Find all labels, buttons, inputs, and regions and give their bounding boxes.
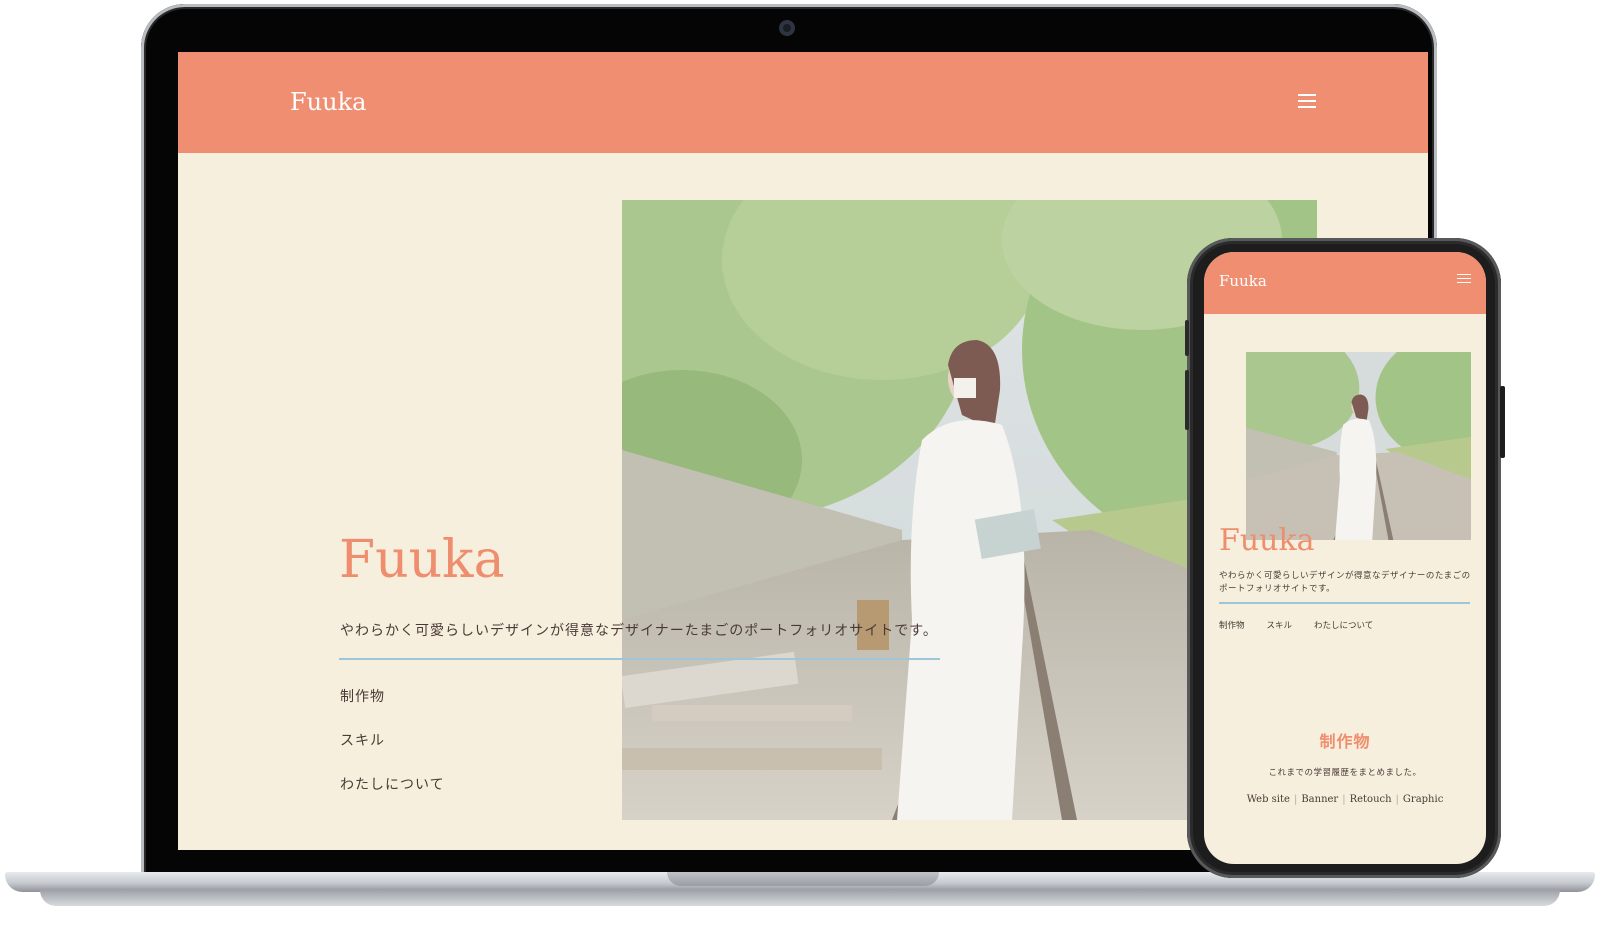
mobile-logo[interactable]: Fuuka <box>1219 272 1267 290</box>
category-web-site[interactable]: Web site <box>1247 794 1290 805</box>
mobile-nav-item-works[interactable]: 制作物 <box>1219 619 1245 631</box>
nav-item-works[interactable]: 制作物 <box>340 686 445 705</box>
mobile-hero-title: Fuuka <box>1219 523 1315 558</box>
hero-title: Fuuka <box>339 530 505 590</box>
hero-nav: 制作物 スキル わたしについて <box>340 686 445 818</box>
mobile-header: Fuuka <box>1204 252 1486 314</box>
works-categories: Web site | Banner | Retouch | Graphic <box>1204 794 1486 805</box>
mobile-nav-item-skills[interactable]: スキル <box>1267 619 1293 631</box>
site-logo[interactable]: Fuuka <box>290 88 366 116</box>
laptop-notch <box>667 872 939 886</box>
site-header: Fuuka <box>178 52 1428 153</box>
separator: | <box>1395 794 1399 805</box>
phone-power-button <box>1500 386 1505 458</box>
category-graphic[interactable]: Graphic <box>1403 794 1443 805</box>
category-retouch[interactable]: Retouch <box>1350 794 1392 805</box>
laptop-base-bottom <box>40 890 1560 906</box>
mobile-hero-photo <box>1246 352 1471 540</box>
phone-button <box>1185 370 1189 430</box>
hamburger-menu-icon[interactable] <box>1457 274 1471 284</box>
category-banner[interactable]: Banner <box>1301 794 1338 805</box>
separator: | <box>1342 794 1346 805</box>
works-section-title: 制作物 <box>1319 732 1371 751</box>
mobile-divider <box>1219 602 1470 604</box>
works-section-description: これまでの学習履歴をまとめました。 <box>1268 768 1422 778</box>
mobile-tagline: やわらかく可愛らしいデザインが得意なデザイナーのたまごのポートフォリオサイトです… <box>1219 571 1471 594</box>
nav-item-skills[interactable]: スキル <box>340 730 445 749</box>
phone-screen: Fuuka Fuuka やわらかく可愛らしいデザインが得意なデザイナーのたまごの… <box>1204 252 1486 864</box>
nav-item-about[interactable]: わたしについて <box>340 774 445 793</box>
mobile-nav-item-about[interactable]: わたしについて <box>1314 619 1373 631</box>
separator: | <box>1293 794 1298 805</box>
phone-button <box>1185 320 1189 356</box>
mobile-nav: 制作物 スキル わたしについて <box>1219 619 1373 631</box>
divider <box>339 658 940 660</box>
hero-tagline: やわらかく可愛らしいデザインが得意なデザイナーたまごのポートフォリオサイトです。 <box>340 623 938 639</box>
camera-icon <box>779 20 795 36</box>
hamburger-menu-icon[interactable] <box>1298 94 1316 108</box>
